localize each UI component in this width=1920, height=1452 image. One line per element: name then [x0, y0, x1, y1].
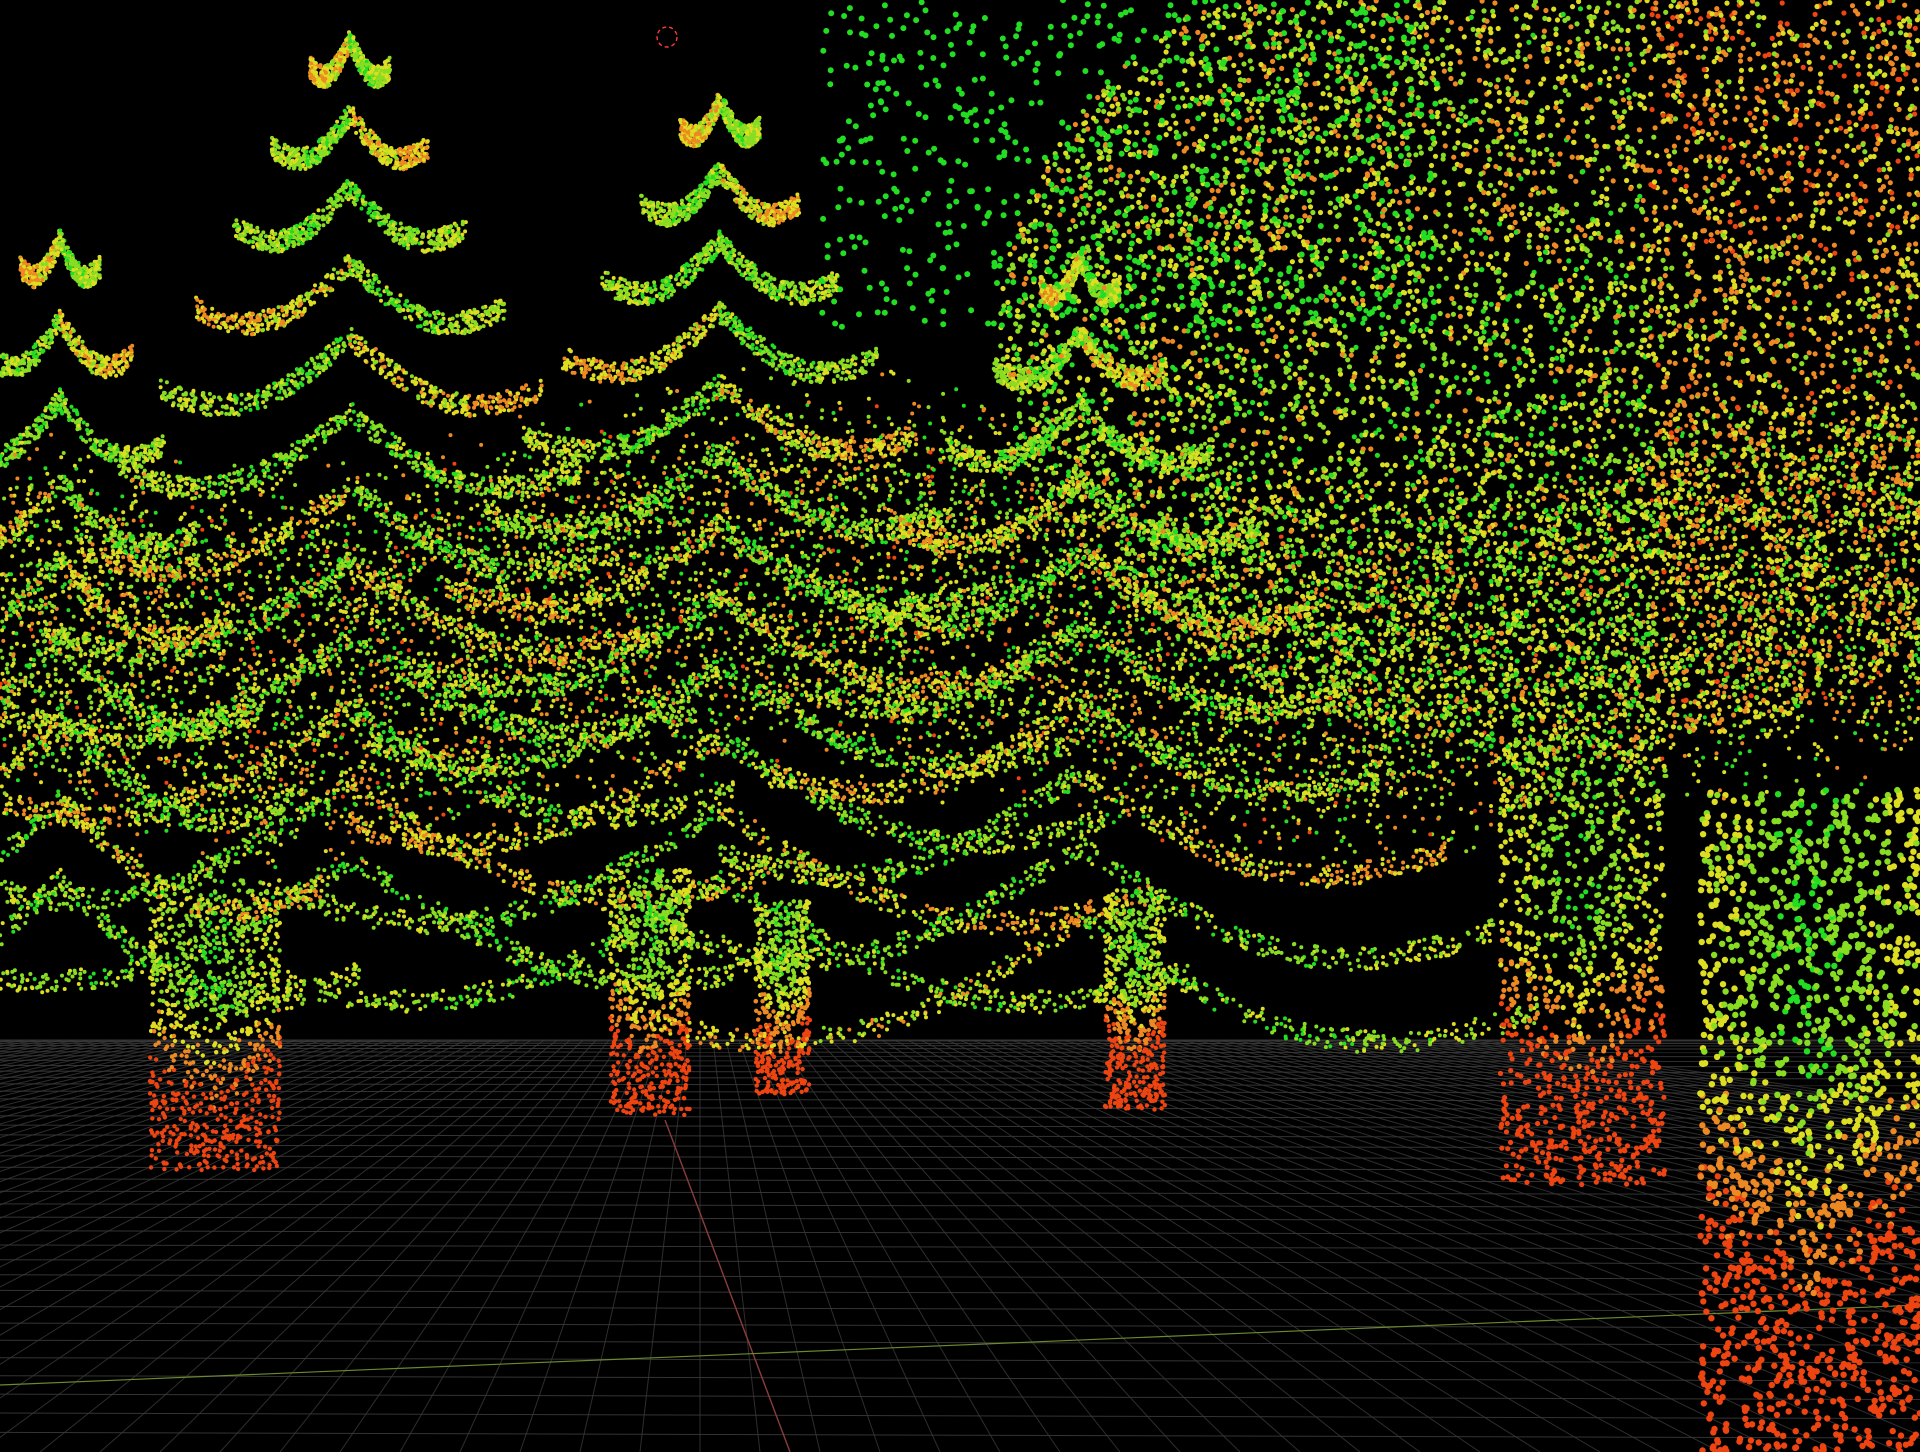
point-cloud-canvas[interactable] — [0, 0, 1920, 1452]
3d-viewport[interactable] — [0, 0, 1920, 1452]
